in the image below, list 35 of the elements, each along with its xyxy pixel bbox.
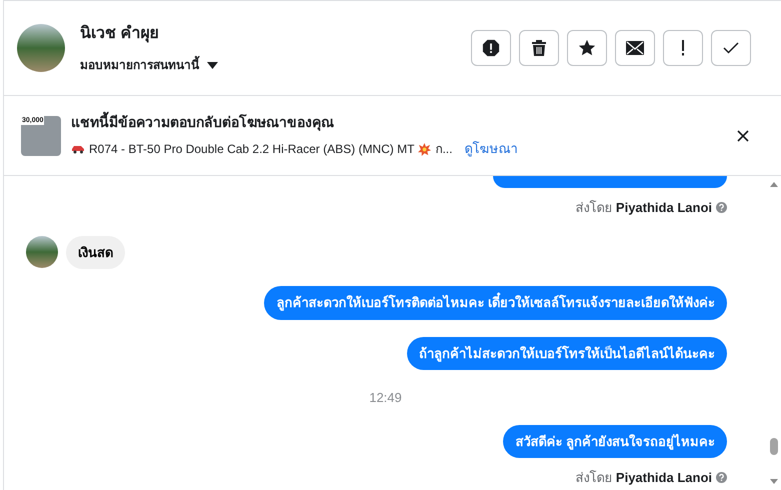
trash-icon <box>531 39 547 57</box>
message-bubble: เงินสด <box>66 236 125 269</box>
avatar <box>26 236 58 268</box>
message-bubble: ลูกค้าสะดวกให้เบอร์โทรติดต่อไหมคะ เดี๋ยวให้เซลล์โทรแจ้งรายละเอียดให้ฟังค่ะ <box>264 286 727 320</box>
ad-reply-title: แชทนี้มีข้อความตอบกลับต่อโฆษณาของคุณ <box>71 112 518 134</box>
check-icon <box>723 42 739 54</box>
scroll-up-icon <box>770 182 778 187</box>
envelope-icon <box>626 41 644 55</box>
delete-button[interactable] <box>519 30 559 66</box>
caret-icon <box>207 62 218 68</box>
sender-label: ส่งโดย Piyathida Lanoi <box>575 199 712 217</box>
done-button[interactable] <box>711 30 751 66</box>
explosion-icon <box>418 142 432 156</box>
spam-button[interactable] <box>471 30 511 66</box>
view-ad-link[interactable]: ดูโฆษณา <box>464 139 518 159</box>
contact-name: นิเวช คำผุย <box>80 24 160 44</box>
timestamp: 12:49 <box>369 389 402 407</box>
avatar <box>17 24 65 72</box>
message-bubble: ถ้าลูกค้าไม่สะดวกให้เบอร์โทรให้เป็นไอดีไลน์ได้นะคะ <box>407 336 727 370</box>
scroll-thumb[interactable] <box>770 438 778 455</box>
help-icon[interactable] <box>716 472 727 484</box>
help-icon[interactable] <box>716 202 727 214</box>
alert-octagon-icon <box>482 39 500 57</box>
scroll-down-icon <box>770 479 778 484</box>
star-button[interactable] <box>567 30 607 66</box>
ad-description-tail: ก... <box>435 141 452 158</box>
sender-label: ส่งโดย Piyathida Lanoi <box>575 469 712 487</box>
message-bubble: สวัสดีค่ะ ลูกค้ายังสนใจรถอยู่ไหมคะ <box>503 424 727 458</box>
assign-dropdown[interactable]: มอบหมายการสนทนานี้ <box>80 56 218 74</box>
exclamation-icon <box>681 40 685 56</box>
mail-button[interactable] <box>615 30 655 66</box>
car-icon <box>71 144 85 154</box>
close-icon <box>737 130 749 142</box>
ad-description: R074 - BT-50 Pro Double Cab 2.2 Hi-Racer (ABS) (MNC) MT <box>89 141 414 158</box>
star-icon <box>578 39 596 57</box>
